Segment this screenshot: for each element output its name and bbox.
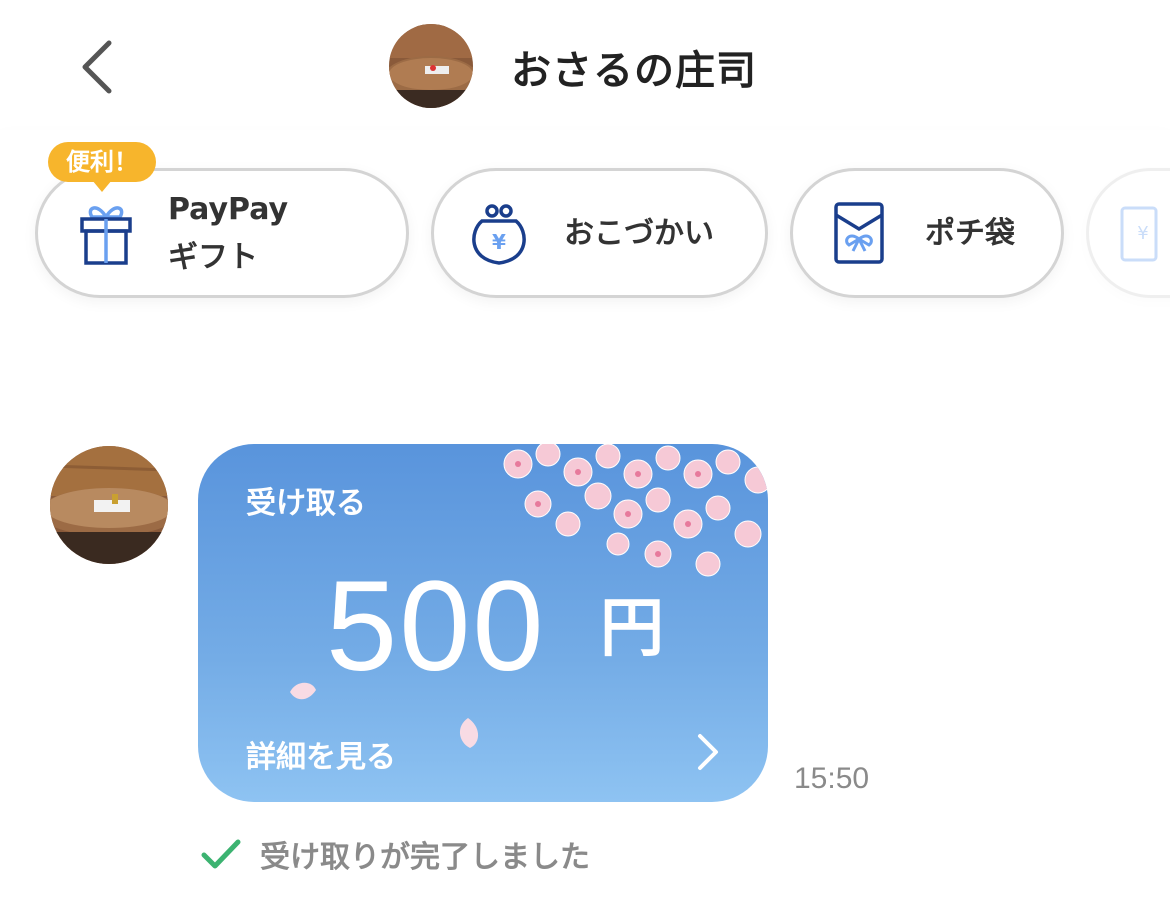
paypay-gift-label-line2: ギフト <box>168 240 258 275</box>
receipt-status: 受け取りが完了しました <box>200 832 590 876</box>
pochi-bag-label: ポチ袋 <box>925 216 1015 251</box>
chevron-right-icon <box>698 734 718 770</box>
checkmark-icon <box>201 839 241 869</box>
convenient-badge: 便利！ <box>48 142 156 192</box>
receipt-status-text: 受け取りが完了しました <box>260 840 590 875</box>
svg-text:¥: ¥ <box>1137 223 1148 244</box>
gift-icon <box>80 206 132 265</box>
petal-icon <box>290 682 316 700</box>
quick-action-bar: 便利！ PayPay ギフト ¥ おこづかい ポチ袋 ¥ <box>0 130 1170 338</box>
more-action-button[interactable]: ¥ <box>1086 168 1170 298</box>
paypay-gift-label-line1: PayPay <box>168 192 289 227</box>
receive-label: 受け取る <box>246 486 366 521</box>
pochi-bag-button[interactable]: ポチ袋 <box>790 168 1064 298</box>
avatar[interactable] <box>389 24 473 108</box>
view-details-link[interactable]: 詳細を見る <box>246 732 396 776</box>
petal-icon <box>459 718 479 748</box>
message-timestamp: 15:50 <box>794 762 870 795</box>
back-button[interactable] <box>62 32 132 102</box>
yen-document-icon: ¥ <box>1120 206 1158 262</box>
allowance-label: おこづかい <box>564 216 714 251</box>
envelope-ribbon-icon <box>834 202 884 264</box>
sender-avatar[interactable] <box>50 446 168 564</box>
currency-label: 円 <box>600 592 664 666</box>
chevron-left-icon <box>82 40 112 94</box>
page-title: おさるの庄司 <box>511 48 757 94</box>
allowance-button[interactable]: ¥ おこづかい <box>431 168 768 298</box>
gift-message-card[interactable]: 受け取る 500 円 詳細を見る <box>198 444 768 802</box>
svg-text:¥: ¥ <box>492 230 506 254</box>
header-bar: おさるの庄司 <box>0 0 1170 130</box>
gift-amount: 500 <box>326 555 546 698</box>
coin-purse-yen-icon: ¥ <box>472 204 526 265</box>
